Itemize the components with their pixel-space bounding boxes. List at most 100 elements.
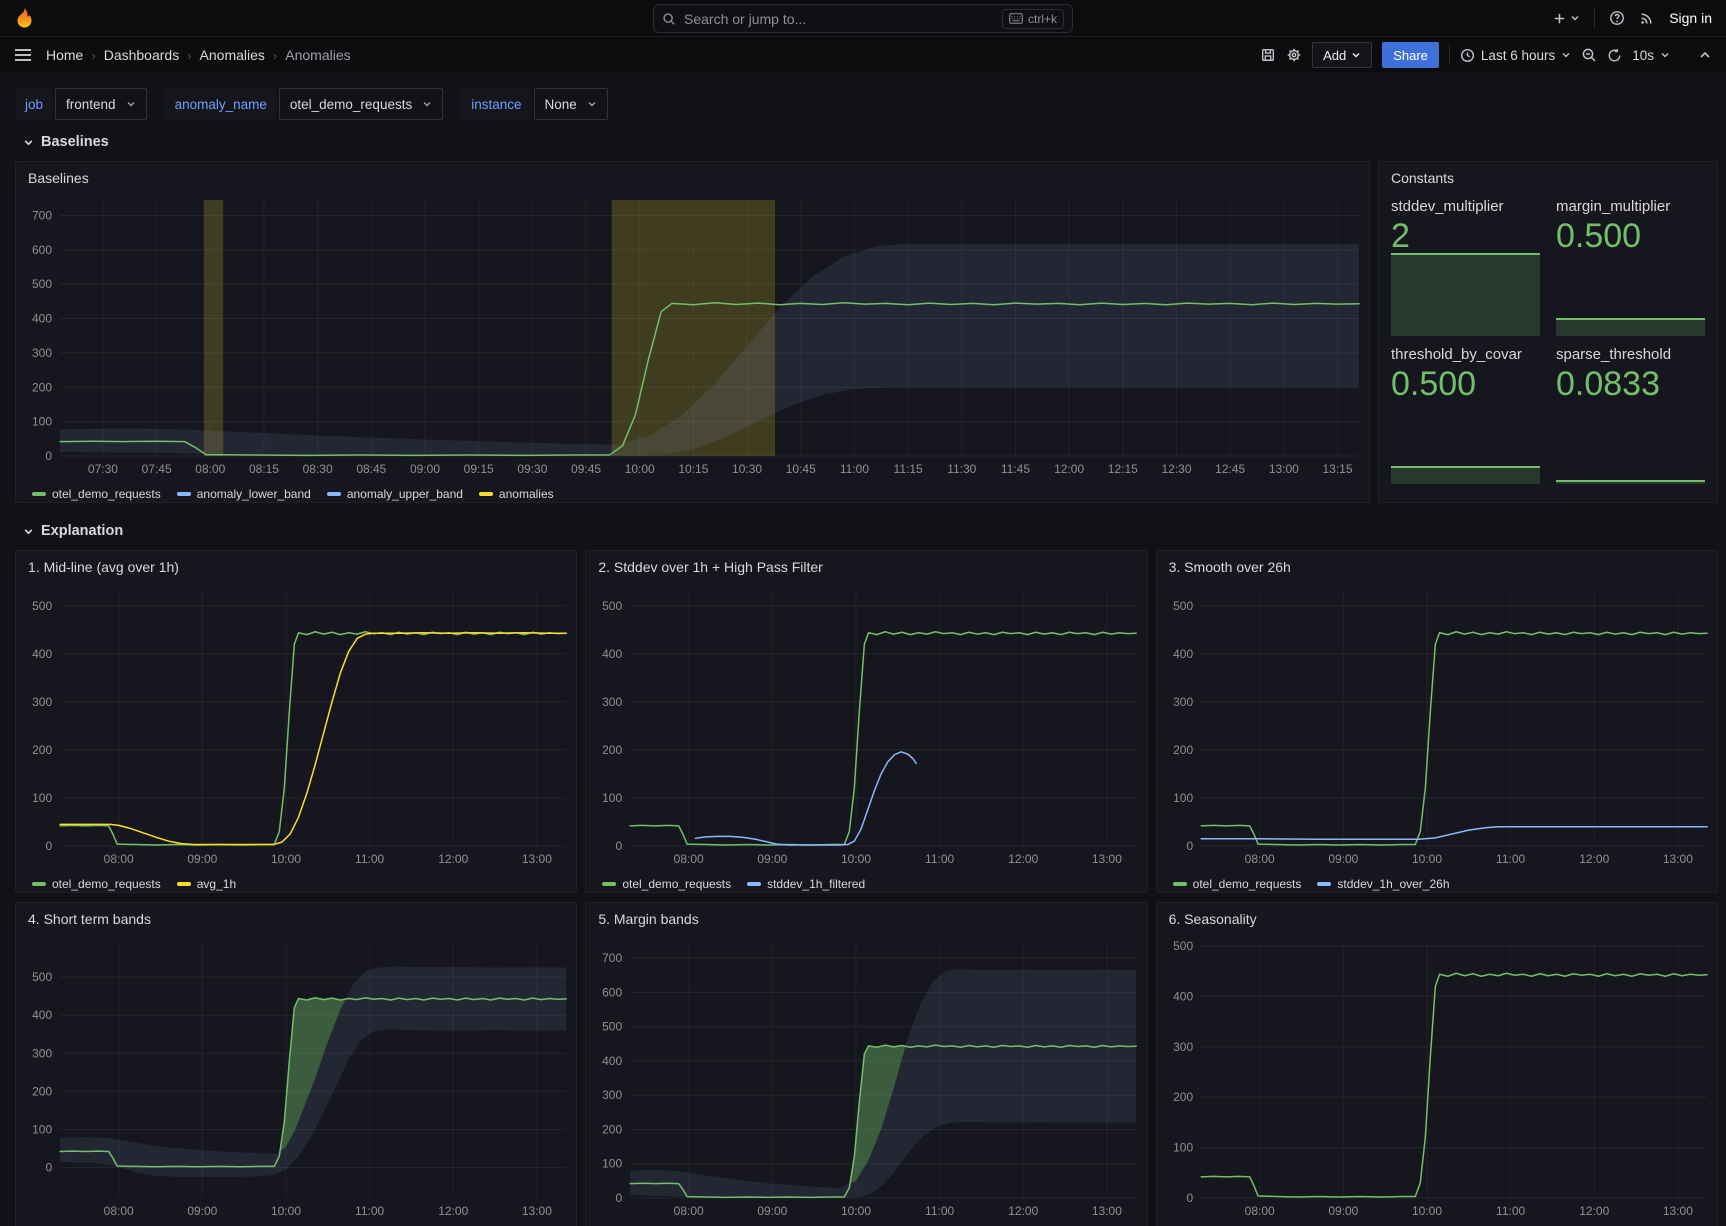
svg-text:400: 400 [32,647,52,661]
svg-text:10:00: 10:00 [841,852,871,866]
refresh-interval-picker[interactable]: 10s [1632,48,1670,63]
stat-stddev-multiplier: stddev_multiplier 2 [1391,198,1540,336]
variable-job-label[interactable]: job [15,88,53,120]
timeseries-chart: 010020030040050008:0009:0010:0011:0012:0… [1157,933,1717,1222]
constants-stats: stddev_multiplier 2 margin_multiplier 0.… [1379,192,1717,494]
add-menu-button[interactable] [1552,11,1580,26]
add-panel-button[interactable]: Add [1312,42,1372,68]
panel-title[interactable]: Baselines [16,162,1369,192]
share-button[interactable]: Share [1382,42,1439,68]
svg-text:09:00: 09:00 [1328,852,1358,866]
svg-text:300: 300 [1173,1040,1193,1054]
menu-icon[interactable] [14,47,32,63]
refresh-icon[interactable] [1607,48,1622,63]
legend-label: stddev_1h_filtered [767,877,865,891]
svg-text:600: 600 [32,243,52,257]
svg-text:09:30: 09:30 [517,462,547,476]
panel-smooth-26h: 3. Smooth over 26h 010020030040050008:00… [1156,550,1718,893]
legend-item[interactable]: otel_demo_requests [602,873,731,893]
legend-item[interactable]: avg_1h [177,873,236,893]
svg-text:500: 500 [602,599,622,613]
svg-text:200: 200 [32,380,52,394]
legend-swatch [1317,882,1331,886]
variable-instance-value[interactable]: None [534,88,608,120]
svg-text:09:00: 09:00 [758,1204,788,1218]
search-placeholder: Search or jump to... [684,11,994,27]
panel-seasonality: 6. Seasonality 010020030040050008:0009:0… [1156,902,1718,1226]
svg-text:12:15: 12:15 [1108,462,1138,476]
svg-text:13:00: 13:00 [1663,1204,1693,1218]
chevron-down-icon [126,99,136,109]
variable-job-value[interactable]: frontend [55,88,147,120]
svg-text:09:00: 09:00 [758,852,788,866]
svg-text:11:00: 11:00 [925,852,954,866]
variable-instance-selected: None [545,97,577,112]
legend-label: stddev_1h_over_26h [1337,877,1449,891]
chevron-down-icon [23,137,34,148]
breadcrumb-separator: › [273,48,277,63]
svg-text:500: 500 [1173,599,1193,613]
news-icon[interactable] [1639,10,1655,26]
svg-text:08:30: 08:30 [303,462,333,476]
sign-in-button[interactable]: Sign in [1669,10,1712,26]
legend-item[interactable]: anomaly_upper_band [327,483,463,503]
variable-anomaly-name-value[interactable]: otel_demo_requests [279,88,443,120]
search-shortcut-label: ctrl+k [1028,12,1057,26]
section-explanation[interactable]: Explanation [23,521,1718,541]
legend-item[interactable]: otel_demo_requests [32,483,161,503]
panel-title[interactable]: 1. Mid-line (avg over 1h) [16,551,576,581]
legend-item[interactable]: otel_demo_requests [32,873,161,893]
section-baselines[interactable]: Baselines [23,132,1718,152]
legend-swatch [32,882,46,886]
svg-text:12:00: 12:00 [438,1204,468,1218]
help-icon[interactable] [1609,10,1625,26]
svg-text:08:00: 08:00 [195,462,225,476]
variable-instance-label[interactable]: instance [461,88,531,120]
time-range-picker[interactable]: Last 6 hours [1460,48,1571,63]
panel-title[interactable]: 2. Stddev over 1h + High Pass Filter [586,551,1146,581]
chart-legend: otel_demo_requests stddev_1h_filtered [586,870,1146,893]
save-dashboard-icon[interactable] [1260,47,1276,63]
svg-text:13:00: 13:00 [522,852,552,866]
legend-label: anomaly_upper_band [347,487,463,501]
grafana-logo[interactable] [14,7,35,30]
svg-text:400: 400 [1173,647,1193,661]
svg-text:13:15: 13:15 [1323,462,1353,476]
stat-threshold-by-covar: threshold_by_covar 0.500 [1391,346,1540,484]
breadcrumb-dashboards[interactable]: Dashboards [104,47,180,63]
panel-midline: 1. Mid-line (avg over 1h) 01002003004005… [15,550,577,893]
zoom-out-icon[interactable] [1581,47,1597,63]
svg-text:600: 600 [602,985,622,999]
svg-text:700: 700 [602,951,622,965]
svg-text:200: 200 [1173,1090,1193,1104]
collapse-toolbar-icon[interactable] [1698,48,1712,62]
dashboard-body: job frontend anomaly_name otel_demo_requ… [0,74,1726,1226]
breadcrumb-home[interactable]: Home [46,47,83,63]
panel-title[interactable]: 5. Margin bands [586,903,1146,933]
svg-text:10:30: 10:30 [732,462,762,476]
search-input[interactable]: Search or jump to... ctrl+k [653,4,1073,33]
panel-title[interactable]: Constants [1379,162,1717,192]
svg-text:400: 400 [1173,989,1193,1003]
legend-label: avg_1h [197,877,236,891]
legend-item[interactable]: anomalies [479,483,554,503]
svg-text:09:00: 09:00 [187,1204,217,1218]
legend-swatch [1173,882,1187,886]
legend-item[interactable]: stddev_1h_over_26h [1317,873,1449,893]
stat-value: 0.0833 [1556,367,1705,403]
legend-item[interactable]: anomaly_lower_band [177,483,311,503]
svg-text:0: 0 [1186,1191,1193,1205]
variable-anomaly-name-label[interactable]: anomaly_name [165,88,277,120]
legend-item[interactable]: otel_demo_requests [1173,873,1302,893]
chart-legend: otel_demo_requests anomaly_lower_band anom… [16,480,1369,503]
svg-text:12:45: 12:45 [1215,462,1245,476]
panel-title[interactable]: 3. Smooth over 26h [1157,551,1717,581]
breadcrumb-anomalies[interactable]: Anomalies [200,47,265,63]
dashboard-settings-icon[interactable] [1286,47,1302,63]
svg-text:10:00: 10:00 [271,852,301,866]
time-range-label: Last 6 hours [1481,48,1555,63]
panel-title[interactable]: 4. Short term bands [16,903,576,933]
panel-title[interactable]: 6. Seasonality [1157,903,1717,933]
svg-text:11:00: 11:00 [925,1204,954,1218]
legend-item[interactable]: stddev_1h_filtered [747,873,865,893]
